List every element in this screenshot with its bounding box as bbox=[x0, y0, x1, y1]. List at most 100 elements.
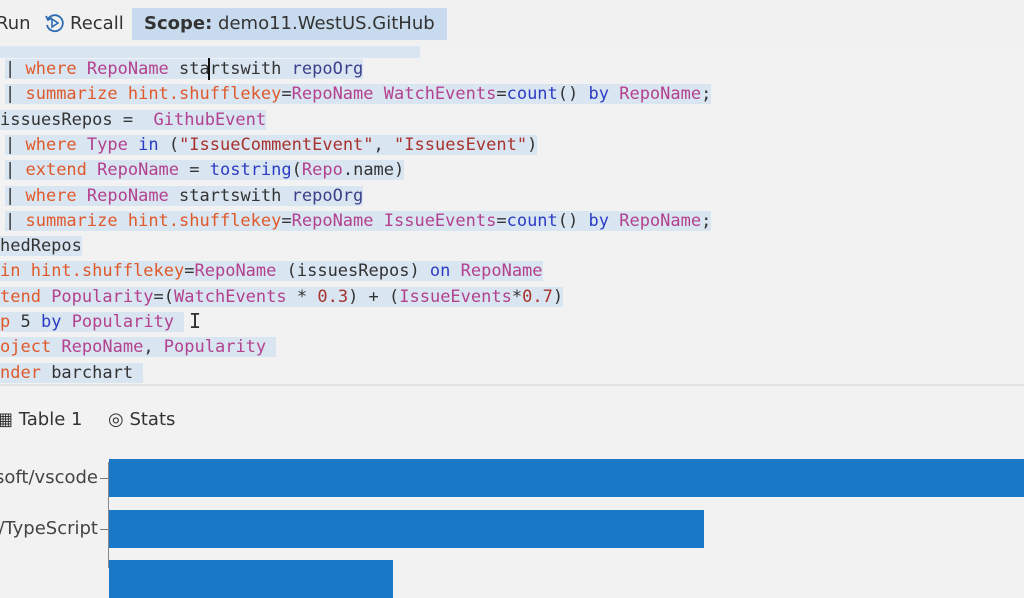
code-token: oject bbox=[0, 337, 62, 358]
tab-label: Table 1 bbox=[18, 409, 83, 430]
ibeam-cursor-icon: I bbox=[189, 309, 202, 333]
code-line: | summarize hint.shufflekey=RepoName Wat… bbox=[5, 82, 712, 106]
stats-icon: ◎ bbox=[108, 409, 124, 430]
code-token: RepoName bbox=[86, 185, 180, 206]
code-line: tend Popularity=(WatchEvents * 0.3) + (I… bbox=[0, 285, 564, 309]
code-token: Popularity bbox=[71, 312, 185, 332]
code-token: = bbox=[496, 210, 507, 231]
code-token: = bbox=[189, 160, 210, 181]
code-token: Popularity bbox=[51, 286, 154, 307]
code-token: () bbox=[557, 210, 589, 231]
code-token: = bbox=[184, 261, 195, 282]
code-token: 5 bbox=[20, 312, 41, 332]
code-token: Repo bbox=[301, 160, 343, 181]
code-line: | where RepoName startswith repoOrg bbox=[5, 184, 364, 208]
code-token: ; bbox=[701, 84, 712, 105]
code-token: p bbox=[0, 312, 21, 332]
code-line: in hint.shufflekey=RepoName (issuesRepos… bbox=[0, 259, 543, 283]
recall-button[interactable]: Recall bbox=[70, 12, 124, 36]
code-token: RepoName bbox=[619, 84, 702, 105]
scope-label: Scope: bbox=[144, 13, 213, 34]
code-token: , bbox=[373, 134, 395, 155]
code-token: RepoName bbox=[194, 261, 287, 282]
code-token: repoOrg bbox=[291, 59, 364, 79]
run-button[interactable]: Run bbox=[0, 12, 31, 36]
query-editor[interactable]: | where RepoName startswith repoOrg | sum… bbox=[0, 46, 1024, 384]
y-tick bbox=[100, 528, 108, 530]
code-token: hint.shufflekey bbox=[127, 210, 282, 231]
code-token: in bbox=[138, 134, 169, 155]
code-token: nder bbox=[0, 362, 52, 383]
recall-icon[interactable] bbox=[44, 13, 64, 33]
code-token: extend bbox=[25, 160, 98, 181]
code-token: 0.3 bbox=[317, 286, 349, 307]
code-line: oject RepoName, Popularity bbox=[0, 335, 277, 359]
code-token: RepoName bbox=[97, 160, 190, 181]
code-token: by bbox=[40, 312, 72, 332]
code-token: ) bbox=[552, 286, 564, 307]
code-token: where bbox=[25, 185, 87, 206]
code-token: where bbox=[25, 134, 87, 155]
code-token: by bbox=[588, 210, 620, 231]
code-token: (issuesRepos) bbox=[286, 261, 430, 282]
tab-label: Stats bbox=[129, 409, 176, 430]
code-token: | bbox=[5, 185, 26, 206]
code-token: WatchEvents bbox=[383, 84, 497, 105]
code-token: () bbox=[557, 84, 589, 105]
y-tick bbox=[100, 478, 108, 479]
code-token: RepoName bbox=[291, 210, 384, 231]
code-token: = bbox=[281, 84, 292, 105]
code-token: count bbox=[506, 84, 558, 105]
code-token: barchart bbox=[51, 362, 144, 383]
code-token: Type bbox=[86, 134, 139, 155]
code-token: , bbox=[143, 337, 164, 358]
tab-table-1[interactable]: ▦ Table 1 bbox=[0, 408, 82, 432]
code-token: summarize bbox=[25, 84, 128, 105]
code-token: | bbox=[5, 160, 26, 181]
code-token: "IssuesEvent" bbox=[394, 134, 528, 155]
y-tick-label: t/TypeScript bbox=[0, 517, 98, 539]
code-line: | extend RepoName = tostring(Repo.name) bbox=[5, 158, 405, 182]
code-token: tostring bbox=[209, 160, 292, 181]
bar[interactable] bbox=[109, 459, 1024, 497]
bar-chart: soft/vscode t/TypeScript bbox=[0, 440, 1024, 598]
code-token: in bbox=[0, 261, 31, 282]
query-toolbar: Run Recall Scope: demo11.WestUS.GitHub bbox=[0, 0, 1024, 46]
code-line: | where RepoName startswith repoOrg bbox=[5, 57, 364, 81]
code-token: where bbox=[25, 59, 87, 79]
code-token: IssueEvents bbox=[383, 210, 497, 231]
code-token: on bbox=[429, 261, 461, 282]
code-token: "IssueCommentEvent" bbox=[179, 134, 374, 155]
code-token: ; bbox=[701, 210, 712, 231]
code-token: RepoName bbox=[460, 261, 543, 282]
code-token: ) bbox=[527, 134, 538, 155]
code-line: nder barchart bbox=[0, 361, 144, 384]
code-token: IssueEvents bbox=[399, 286, 512, 307]
code-token: by bbox=[588, 84, 620, 105]
code-token: RepoName bbox=[61, 337, 144, 358]
code-token: RepoName bbox=[86, 59, 180, 79]
code-token: summarize bbox=[25, 210, 128, 231]
code-token: tend bbox=[0, 286, 52, 307]
code-token: repoOrg bbox=[291, 185, 364, 206]
code-token: startswith bbox=[179, 59, 292, 79]
bar[interactable] bbox=[109, 560, 393, 598]
code-line: hedRepos bbox=[0, 234, 82, 258]
bar[interactable] bbox=[109, 509, 704, 548]
code-token: WatchEvents bbox=[174, 286, 297, 307]
text-cursor bbox=[208, 58, 210, 80]
scope-selector[interactable]: Scope: demo11.WestUS.GitHub bbox=[132, 8, 447, 40]
code-token: = bbox=[281, 210, 292, 231]
editor-results-splitter[interactable] bbox=[0, 384, 1024, 386]
code-token: issuesRepos = bbox=[0, 109, 154, 130]
code-token: count bbox=[506, 210, 558, 231]
code-token: startswith bbox=[179, 185, 292, 206]
code-token: 0.7 bbox=[522, 286, 553, 307]
table-icon: ▦ bbox=[0, 409, 14, 430]
code-line: | summarize hint.shufflekey=RepoName Iss… bbox=[5, 209, 712, 233]
code-token: * bbox=[296, 286, 318, 307]
code-token: | bbox=[5, 210, 26, 231]
code-token: ( bbox=[291, 160, 302, 181]
tab-stats[interactable]: ◎ Stats bbox=[108, 408, 175, 432]
code-token: = bbox=[496, 84, 507, 105]
